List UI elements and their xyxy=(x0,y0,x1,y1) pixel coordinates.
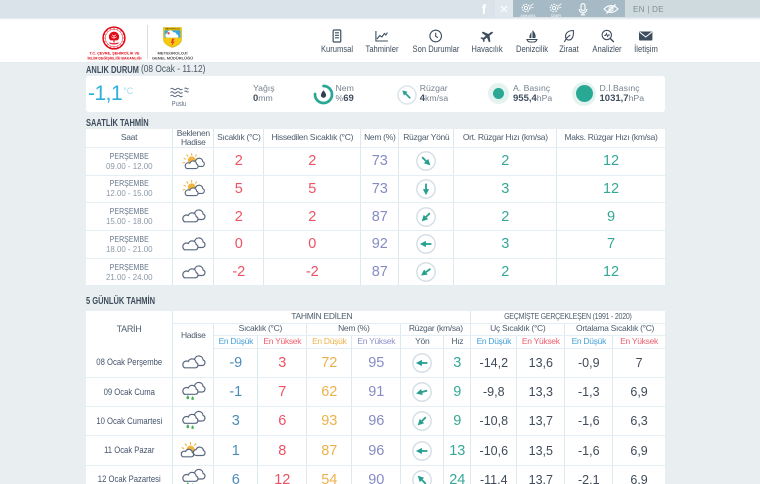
svg-text:İZMİR: İZMİR xyxy=(550,13,560,18)
svg-text:İKLİM DEĞİŞİKLİĞİ BAKANLIĞI: İKLİM DEĞİŞİKLİĞİ BAKANLIĞI xyxy=(88,55,142,60)
svg-text:GENEL MÜDÜRLÜĞÜ: GENEL MÜDÜRLÜĞÜ xyxy=(152,55,193,60)
svg-text:ANKARA: ANKARA xyxy=(520,14,536,18)
svg-text:METEOROLOJİ: METEOROLOJİ xyxy=(165,28,180,31)
